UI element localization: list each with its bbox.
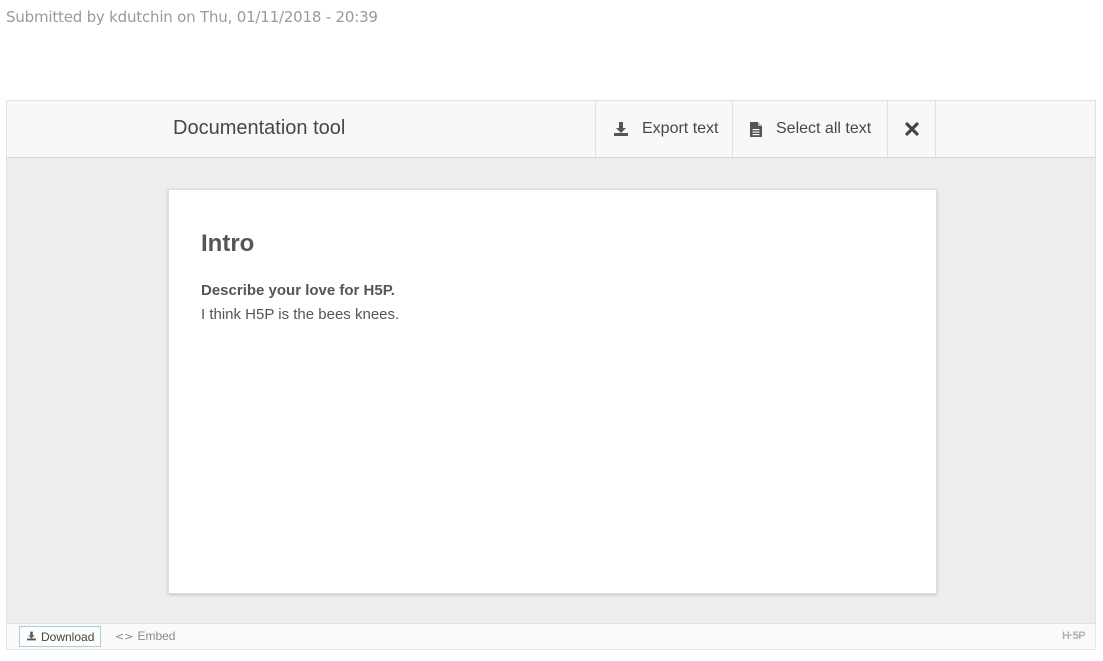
embed-label: Embed bbox=[137, 629, 176, 643]
select-all-text-label: Select all text bbox=[776, 120, 872, 137]
h5p-actions-bar: Download <> Embed H·5P bbox=[6, 624, 1096, 650]
close-icon bbox=[904, 122, 919, 136]
document-icon bbox=[749, 121, 763, 138]
answer-text[interactable]: I think H5P is the bees knees. bbox=[201, 306, 399, 323]
h5p-content-frame: Documentation tool Export text Select al… bbox=[6, 100, 1096, 624]
download-small-icon bbox=[26, 630, 37, 644]
download-label: Download bbox=[41, 629, 95, 644]
h5p-logo[interactable]: H·5P bbox=[1062, 630, 1086, 642]
download-icon bbox=[613, 121, 629, 137]
close-button[interactable] bbox=[887, 101, 936, 157]
submitted-meta: Submitted by kdutchin on Thu, 01/11/2018… bbox=[6, 8, 378, 26]
select-all-text-button[interactable]: Select all text bbox=[732, 101, 887, 157]
embed-button[interactable]: <> Embed bbox=[115, 629, 175, 643]
document-page: Intro Describe your love for H5P. I thin… bbox=[168, 189, 937, 594]
toolbar-title: Documentation tool bbox=[173, 117, 346, 139]
export-text-label: Export text bbox=[642, 120, 719, 137]
code-icon: <> bbox=[115, 629, 134, 643]
page-heading: Intro bbox=[201, 230, 255, 257]
download-button[interactable]: Download bbox=[19, 626, 101, 647]
question-text: Describe your love for H5P. bbox=[201, 282, 395, 299]
documentation-toolbar: Documentation tool Export text Select al… bbox=[7, 101, 1095, 158]
export-text-button[interactable]: Export text bbox=[595, 101, 732, 157]
